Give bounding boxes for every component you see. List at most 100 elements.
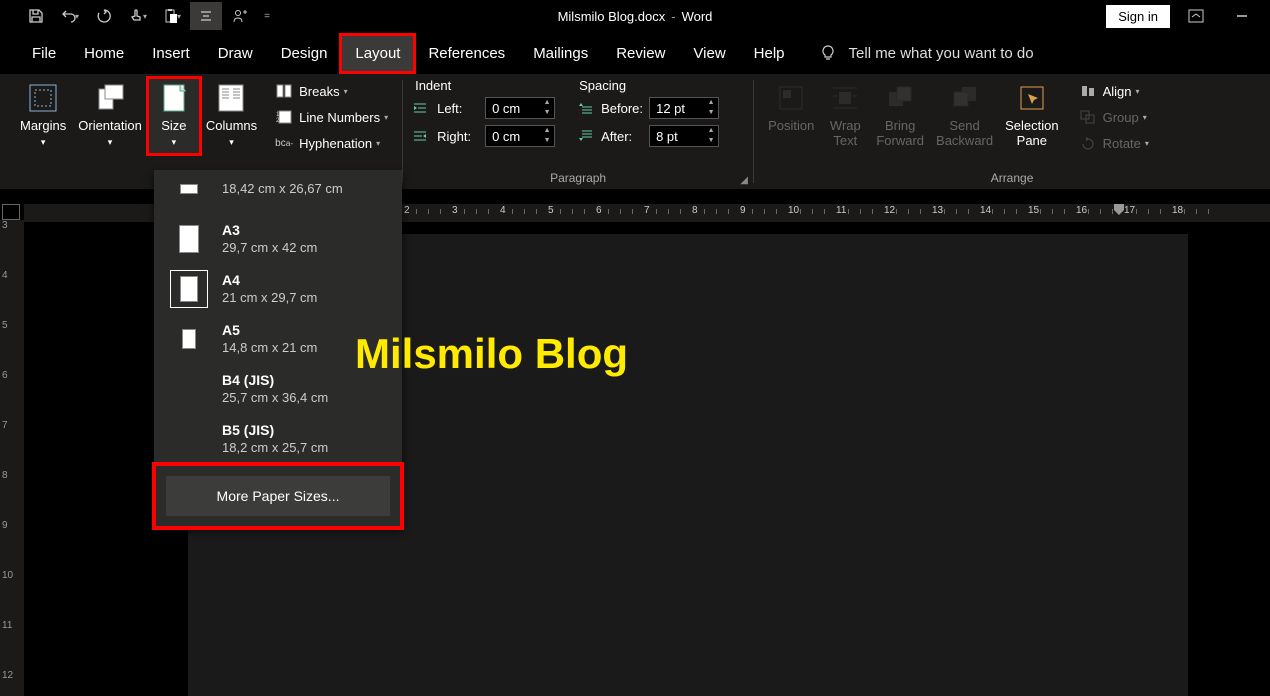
tab-layout[interactable]: Layout (341, 35, 414, 72)
breaks-icon (276, 84, 292, 98)
tab-mailings[interactable]: Mailings (519, 35, 602, 72)
arrange-group-label: Arrange (762, 169, 1262, 187)
hyphenation-button[interactable]: bca-Hyphenation ▾ (269, 130, 394, 156)
group-icon (1080, 110, 1096, 124)
tell-me-label: Tell me what you want to do (849, 45, 1034, 62)
center-align-button[interactable] (190, 2, 222, 30)
save-button[interactable] (20, 2, 52, 30)
indent-left-icon (413, 101, 431, 115)
spin-down[interactable]: ▼ (540, 108, 554, 118)
tab-draw[interactable]: Draw (204, 35, 267, 72)
group-button[interactable]: Group ▾ (1073, 104, 1155, 130)
spin-up[interactable]: ▲ (540, 98, 554, 108)
breaks-button[interactable]: Breaks ▾ (269, 78, 394, 104)
tab-file[interactable]: File (18, 35, 70, 72)
tell-me[interactable]: Tell me what you want to do (819, 44, 1034, 62)
indent-left-field: Left: ▲▼ (411, 95, 555, 121)
spin-up[interactable]: ▲ (704, 98, 718, 108)
indent-right-field: Right: ▲▼ (411, 123, 555, 149)
size-item-a5[interactable]: A514,8 cm x 21 cm (154, 314, 402, 364)
size-button[interactable]: Size▾ (148, 78, 200, 154)
spacing-after-input[interactable] (650, 129, 704, 144)
tab-references[interactable]: References (414, 35, 519, 72)
share-button[interactable] (224, 2, 256, 30)
orientation-icon (95, 83, 125, 113)
spacing-after-icon (577, 129, 595, 143)
tab-review[interactable]: Review (602, 35, 679, 72)
sign-in-button[interactable]: Sign in (1106, 5, 1170, 28)
size-item-a4[interactable]: A421 cm x 29,7 cm (154, 264, 402, 314)
indent-right-input[interactable] (486, 129, 540, 144)
undo-button[interactable]: ▾ (54, 2, 86, 30)
tab-insert[interactable]: Insert (138, 35, 204, 72)
spin-up[interactable]: ▲ (704, 126, 718, 136)
columns-icon (217, 83, 245, 113)
ruler-corner[interactable] (2, 204, 20, 220)
vertical-ruler[interactable]: 3456789101112 (0, 220, 24, 696)
person-plus-icon (232, 8, 248, 24)
size-dropdown-menu: 18,42 cm x 26,67 cm A329,7 cm x 42 cmA42… (154, 170, 402, 528)
spin-down[interactable]: ▼ (704, 136, 718, 146)
size-item-b4jis[interactable]: B4 (JIS)25,7 cm x 36,4 cm (154, 364, 402, 414)
selection-pane-button[interactable]: Selection Pane (999, 78, 1064, 152)
align-center-icon (198, 8, 214, 24)
margins-button[interactable]: Margins▾ (14, 78, 72, 154)
orientation-button[interactable]: Orientation▾ (72, 78, 148, 154)
tab-help[interactable]: Help (740, 35, 799, 72)
bring-forward-button[interactable]: Bring Forward (870, 78, 930, 152)
indent-left-input[interactable] (486, 101, 540, 116)
ribbon-tabs: File Home Insert Draw Design Layout Refe… (0, 32, 1270, 74)
rotate-icon (1080, 136, 1096, 150)
touch-mode-button[interactable]: ▾ (122, 2, 154, 30)
window-title: Milsmilo Blog.docx-Word (558, 9, 713, 24)
size-item-truncated[interactable]: 18,42 cm x 26,67 cm (154, 170, 402, 214)
size-item-b5jis[interactable]: B5 (JIS)18,2 cm x 25,7 cm (154, 414, 402, 464)
tab-view[interactable]: View (679, 35, 739, 72)
spin-down[interactable]: ▼ (540, 136, 554, 146)
save-icon (28, 8, 44, 24)
size-icon (160, 82, 188, 114)
spacing-after-field: After: ▲▼ (575, 123, 719, 149)
app-name: Word (682, 9, 713, 24)
selection-pane-icon (1018, 84, 1046, 112)
indent-right-icon (413, 129, 431, 143)
more-paper-sizes-button[interactable]: More Paper Sizes... (166, 476, 390, 516)
size-item-a3[interactable]: A329,7 cm x 42 cm (154, 214, 402, 264)
columns-button[interactable]: Columns▾ (200, 78, 263, 154)
align-icon (1080, 84, 1096, 98)
minimize-icon (1236, 10, 1248, 22)
spacing-before-input[interactable] (650, 101, 704, 116)
repeat-button[interactable] (88, 2, 120, 30)
spacing-header: Spacing (575, 78, 719, 93)
minimize-button[interactable] (1222, 2, 1262, 30)
repeat-icon (96, 8, 112, 24)
spin-down[interactable]: ▼ (704, 108, 718, 118)
group-paragraph: Indent Left: ▲▼ Right: ▲▼ Spacing Before… (403, 74, 753, 189)
document-name: Milsmilo Blog.docx (558, 9, 666, 24)
quick-access-toolbar: ▾ ▾ ▾ = (0, 2, 276, 30)
line-numbers-icon: 12 (276, 110, 292, 124)
group-arrange: Position Wrap Text Bring Forward Send Ba… (754, 74, 1270, 189)
paragraph-launcher[interactable]: ◢ (737, 173, 751, 187)
ribbon-options-icon (1188, 9, 1204, 23)
lightbulb-icon (819, 44, 837, 62)
tab-design[interactable]: Design (267, 35, 342, 72)
tab-home[interactable]: Home (70, 35, 138, 72)
wrap-text-button[interactable]: Wrap Text (820, 78, 870, 152)
send-backward-button[interactable]: Send Backward (930, 78, 999, 152)
margins-icon (28, 83, 58, 113)
title-bar: ▾ ▾ ▾ = Milsmilo Blog.docx-Word Sign in (0, 0, 1270, 32)
spacing-before-icon (577, 101, 595, 115)
paste-button[interactable]: ▾ (156, 2, 188, 30)
align-button[interactable]: Align ▾ (1073, 78, 1155, 104)
position-button[interactable]: Position (762, 78, 820, 137)
bring-forward-icon (886, 84, 914, 112)
wrap-text-icon (831, 84, 859, 112)
ribbon-display-options[interactable] (1178, 2, 1214, 30)
line-numbers-button[interactable]: 12Line Numbers ▾ (269, 104, 394, 130)
spacing-before-field: Before: ▲▼ (575, 95, 719, 121)
rotate-button[interactable]: Rotate ▾ (1073, 130, 1155, 156)
position-icon (777, 84, 805, 112)
qat-customize[interactable]: = (258, 2, 276, 30)
spin-up[interactable]: ▲ (540, 126, 554, 136)
